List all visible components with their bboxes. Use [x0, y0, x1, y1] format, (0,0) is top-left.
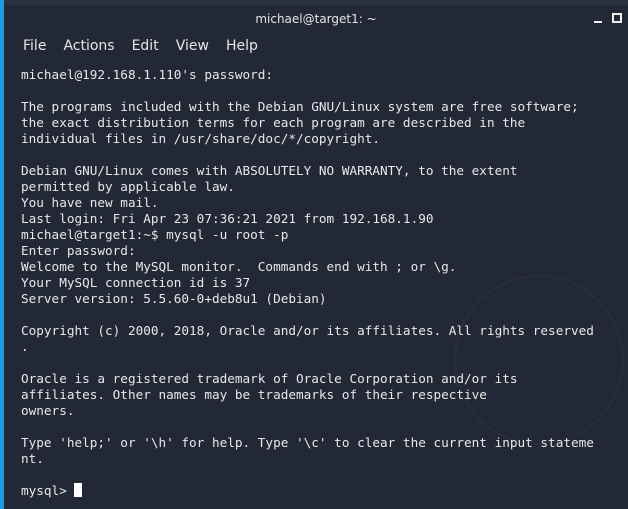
terminal-line: nt.	[21, 451, 44, 466]
terminal-line: You have new mail.	[21, 195, 159, 210]
terminal-line: affiliates. Other names may be trademark…	[21, 387, 487, 402]
terminal-output[interactable]: michael@192.168.1.110's password: The pro…	[21, 67, 626, 499]
terminal-line: Your MySQL connection id is 37	[21, 275, 251, 290]
menu-file[interactable]: File	[23, 38, 46, 54]
terminal-line: michael@192.168.1.110's password:	[21, 67, 274, 82]
window-title: michael@target1: ~	[255, 12, 377, 26]
menu-view[interactable]: View	[176, 38, 209, 54]
terminal-line: owners.	[21, 403, 75, 418]
terminal-window: michael@target1: ~ File Actions Edit Vie…	[4, 5, 628, 509]
terminal-line: Last login: Fri Apr 23 07:36:21 2021 fro…	[21, 211, 434, 226]
menu-actions[interactable]: Actions	[63, 38, 114, 54]
menu-help[interactable]: Help	[226, 38, 258, 54]
terminal-line: Welcome to the MySQL monitor. Commands e…	[21, 259, 457, 274]
terminal-line: permitted by applicable law.	[21, 179, 235, 194]
terminal-line: individual files in /usr/share/doc/*/cop…	[21, 131, 381, 146]
mysql-prompt-line[interactable]: mysql>	[21, 483, 626, 499]
menu-edit[interactable]: Edit	[132, 38, 159, 54]
terminal-line: The programs included with the Debian GN…	[21, 99, 579, 114]
terminal-line: Copyright (c) 2000, 2018, Oracle and/or …	[21, 323, 594, 338]
terminal-line: michael@target1:~$ mysql -u root -p	[21, 227, 289, 242]
terminal-line: Oracle is a registered trademark of Orac…	[21, 371, 518, 386]
terminal-line: Type 'help;' or '\h' for help. Type '\c'…	[21, 435, 594, 450]
title-bar[interactable]: michael@target1: ~	[4, 5, 628, 33]
terminal-line: the exact distribution terms for each pr…	[21, 115, 526, 130]
prompt-text: mysql>	[21, 483, 75, 498]
maximize-icon[interactable]	[612, 13, 622, 23]
terminal-line: .	[21, 339, 29, 354]
minimize-icon[interactable]	[594, 21, 602, 23]
menu-bar: File Actions Edit View Help	[4, 33, 628, 59]
terminal-line: Enter password:	[21, 243, 136, 258]
terminal-line: Debian GNU/Linux comes with ABSOLUTELY N…	[21, 163, 518, 178]
text-cursor	[74, 483, 83, 497]
terminal-line: Server version: 5.5.60-0+deb8u1 (Debian)	[21, 291, 327, 306]
